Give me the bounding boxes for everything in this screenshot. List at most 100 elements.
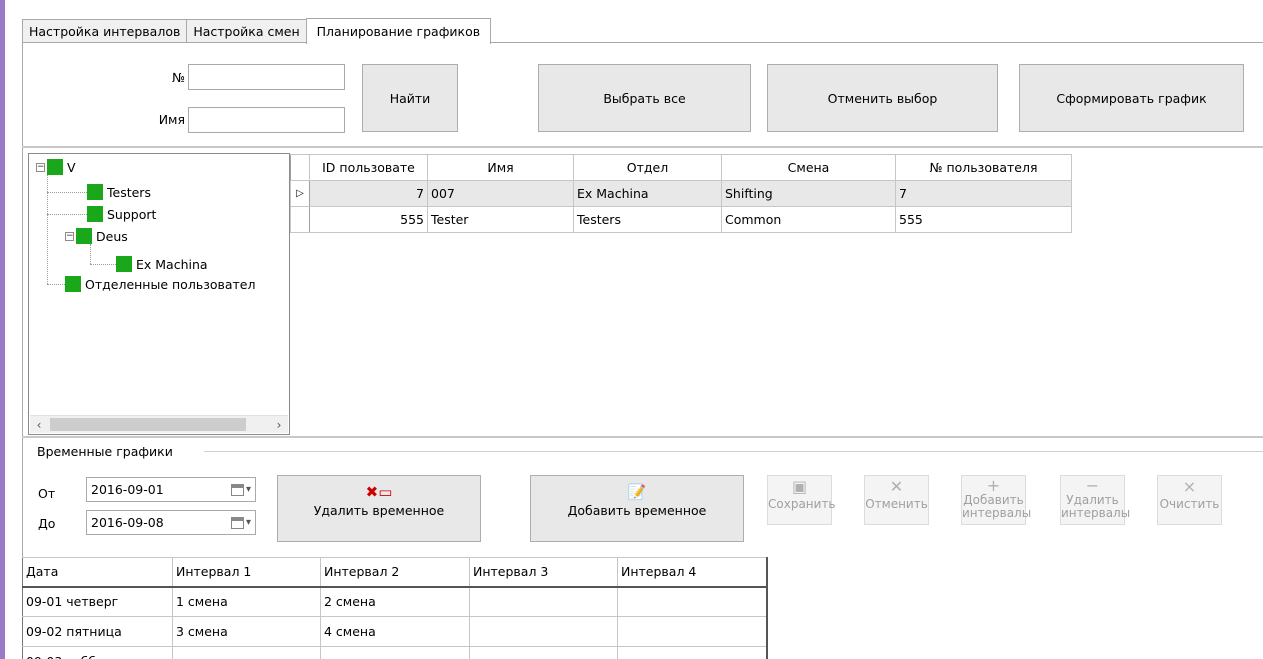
table-row[interactable]: 09-03 суббота: [22, 646, 768, 659]
tree-node-label: Deus: [96, 228, 128, 244]
row-pointer-icon[interactable]: ▷: [290, 180, 310, 207]
cell-dept[interactable]: Ex Machina: [573, 180, 722, 207]
column-header[interactable]: ID пользовате: [309, 154, 428, 181]
find-button[interactable]: Найти: [362, 64, 458, 132]
tree-node-label: Support: [107, 206, 157, 222]
cancel-button[interactable]: ✕ Отменить: [864, 475, 929, 525]
column-header[interactable]: № пользователя: [895, 154, 1072, 181]
department-icon: [76, 228, 92, 244]
column-header[interactable]: Интервал 4: [617, 557, 768, 588]
department-tree[interactable]: − V Testers Support − Deus Ex Machina От…: [28, 153, 290, 435]
clear-button[interactable]: × Очистить: [1157, 475, 1222, 525]
calendar-icon[interactable]: ▾: [230, 483, 251, 496]
button-label: интервалы: [962, 506, 1032, 520]
row-header-corner: [290, 154, 310, 181]
scroll-right-icon[interactable]: ›: [270, 416, 288, 434]
generate-schedule-button[interactable]: Сформировать график: [1019, 64, 1244, 132]
tree-node-root[interactable]: − V: [36, 158, 76, 176]
from-date-picker[interactable]: 2016-09-01 ▾: [86, 477, 256, 502]
tree-node-testers[interactable]: Testers: [87, 183, 151, 201]
scroll-left-icon[interactable]: ‹: [30, 416, 48, 434]
column-header[interactable]: Имя: [427, 154, 574, 181]
splitter-top[interactable]: [22, 146, 1263, 148]
column-header[interactable]: Интервал 2: [320, 557, 470, 588]
column-header[interactable]: Отдел: [573, 154, 722, 181]
cell-interval[interactable]: 1 смена: [172, 586, 321, 617]
table-row[interactable]: 09-01 четверг 1 смена 2 смена: [22, 586, 768, 617]
cell-interval[interactable]: [320, 646, 470, 659]
table-row[interactable]: 555 Tester Testers Common 555: [290, 206, 1072, 233]
cell-interval[interactable]: [469, 586, 618, 617]
deselect-button[interactable]: Отменить выбор: [767, 64, 998, 132]
users-table: ID пользовате Имя Отдел Смена № пользова…: [290, 154, 1072, 233]
tree-node-label: Ex Machina: [136, 256, 208, 272]
collapse-icon[interactable]: −: [65, 231, 74, 241]
cell-interval[interactable]: [469, 616, 618, 647]
tree-node-deus[interactable]: − Deus: [65, 227, 128, 245]
save-button[interactable]: ▣ Сохранить: [767, 475, 836, 525]
tree-node-ex-machina[interactable]: Ex Machina: [116, 255, 208, 273]
cell-name[interactable]: 007: [427, 180, 574, 207]
table-header-row: ID пользовате Имя Отдел Смена № пользова…: [290, 154, 1072, 181]
to-label: До: [38, 516, 56, 531]
cell-interval[interactable]: [617, 646, 768, 659]
cell-interval[interactable]: 3 смена: [172, 616, 321, 647]
number-input[interactable]: [188, 64, 345, 90]
number-label: №: [171, 70, 185, 85]
cell-name[interactable]: Tester: [427, 206, 574, 233]
cell-id[interactable]: 7: [309, 180, 428, 207]
cell-date[interactable]: 09-01 четверг: [22, 586, 173, 617]
delete-intervals-button[interactable]: − Удалить интервалы: [1060, 475, 1130, 525]
column-header[interactable]: Интервал 3: [469, 557, 618, 588]
name-input[interactable]: [188, 107, 345, 133]
cell-interval[interactable]: 2 смена: [320, 586, 470, 617]
delete-temporary-button[interactable]: ✖▭ Удалить временное: [277, 475, 481, 542]
tab-schedule-planning[interactable]: Планирование графиков: [305, 18, 492, 44]
cell-interval[interactable]: 4 смена: [320, 616, 470, 647]
cell-number[interactable]: 7: [895, 180, 1072, 207]
cell-interval[interactable]: [172, 646, 321, 659]
cell-date[interactable]: 09-03 суббота: [22, 646, 173, 659]
row-header[interactable]: [290, 206, 310, 233]
add-temp-icon: 📝: [627, 483, 647, 501]
name-label: Имя: [158, 112, 185, 127]
button-label: Очистить: [1159, 497, 1220, 511]
tree-node-support[interactable]: Support: [87, 205, 156, 223]
table-header-row: Дата Интервал 1 Интервал 2 Интервал 3 Ин…: [22, 557, 768, 588]
cell-interval[interactable]: [617, 616, 768, 647]
plus-icon: +: [986, 476, 1001, 495]
select-all-button[interactable]: Выбрать все: [538, 64, 751, 132]
cell-dept[interactable]: Testers: [573, 206, 722, 233]
tree-horizontal-scrollbar[interactable]: ‹ ›: [30, 415, 288, 433]
cell-shift[interactable]: Shifting: [721, 180, 896, 207]
button-label: Отменить: [865, 497, 928, 511]
cell-id[interactable]: 555: [309, 206, 428, 233]
collapse-icon[interactable]: −: [36, 162, 45, 172]
from-date-value: 2016-09-01: [91, 482, 164, 497]
cell-interval[interactable]: [469, 646, 618, 659]
table-row[interactable]: ▷ 7 007 Ex Machina Shifting 7: [290, 180, 1072, 207]
cell-interval[interactable]: [617, 586, 768, 617]
tree-node-detached-users[interactable]: Отделенные пользовател: [65, 275, 255, 293]
tab-intervals[interactable]: Настройка интервалов: [22, 19, 188, 43]
table-row[interactable]: 09-02 пятница 3 смена 4 смена: [22, 616, 768, 647]
cell-date[interactable]: 09-02 пятница: [22, 616, 173, 647]
column-header[interactable]: Интервал 1: [172, 557, 321, 588]
add-temporary-button[interactable]: 📝 Добавить временное: [530, 475, 744, 542]
splitter-bottom[interactable]: [22, 436, 1263, 438]
button-label: Сохранить: [768, 497, 836, 511]
from-label: От: [38, 486, 56, 501]
to-date-picker[interactable]: 2016-09-08 ▾: [86, 510, 256, 535]
department-icon: [47, 159, 63, 175]
cell-number[interactable]: 555: [895, 206, 1072, 233]
tab-shifts[interactable]: Настройка смен: [186, 19, 307, 43]
calendar-icon[interactable]: ▾: [230, 516, 251, 529]
department-icon: [87, 206, 103, 222]
add-intervals-button[interactable]: + Добавить интервалы: [961, 475, 1031, 525]
cell-shift[interactable]: Common: [721, 206, 896, 233]
column-header[interactable]: Смена: [721, 154, 896, 181]
cancel-icon: ✕: [889, 477, 904, 496]
button-label: Удалить временное: [313, 503, 445, 518]
column-header[interactable]: Дата: [22, 557, 173, 588]
scroll-thumb[interactable]: [50, 418, 246, 431]
